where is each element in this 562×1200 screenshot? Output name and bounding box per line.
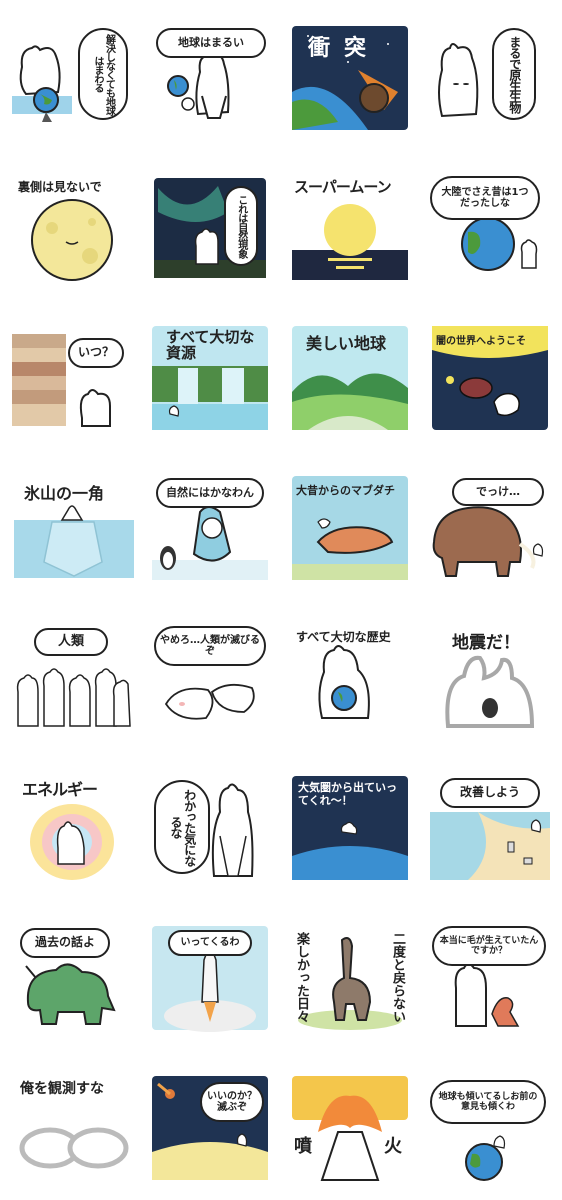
sticker-23[interactable]: 大気圏から出ていってくれ〜！ xyxy=(288,772,412,884)
sticker-caption: 大気圏から出ていってくれ〜！ xyxy=(298,781,397,807)
sticker-1[interactable]: 解決しなくても地球はまわる xyxy=(12,22,136,134)
sticker-caption: いいのか？滅ぶぞ xyxy=(200,1082,264,1122)
sticker-4[interactable]: まるで原生生物 xyxy=(428,22,552,134)
sticker-caption: 衝突 xyxy=(308,36,381,61)
sticker-caption: でっけ… xyxy=(452,478,544,506)
sticker-caption: 大昔からのマブダチ xyxy=(296,484,395,497)
sticker-5[interactable]: 裏側は見ないで xyxy=(12,172,136,284)
sticker-10[interactable]: すべて大切な資源 xyxy=(148,322,272,434)
sticker-caption: これは自然現象 xyxy=(224,186,258,266)
sticker-17[interactable]: 人類 xyxy=(12,622,136,734)
sticker-caption: 本当に毛が生えていたんですか？ xyxy=(432,926,546,966)
sticker-22[interactable]: わかった気になるな xyxy=(148,772,272,884)
sticker-caption: 地球も傾いてるしお前の意見も傾くわ xyxy=(430,1080,546,1124)
sticker-25[interactable]: 過去の話よ xyxy=(12,922,136,1034)
sticker-2[interactable]: 地球はまるい xyxy=(148,22,272,134)
sticker-26[interactable]: いってくるわ xyxy=(148,922,272,1034)
sticker-28[interactable]: 本当に毛が生えていたんですか？ xyxy=(428,922,552,1034)
sticker-caption: 解決しなくても地球はまわる xyxy=(78,28,128,120)
sticker-caption: いつ？ xyxy=(68,338,124,368)
sticker-caption: わかった気になるな xyxy=(154,780,210,874)
sticker-caption-left: 噴 xyxy=(294,1136,312,1157)
sticker-20[interactable]: 地震だ！ xyxy=(428,622,552,734)
sticker-19[interactable]: すべて大切な歴史 xyxy=(288,622,412,734)
sticker-caption-right: 火 xyxy=(384,1136,402,1157)
sticker-caption: 俺を観測すな xyxy=(20,1081,104,1097)
sticker-caption: 大陸でさえ昔は1つだったしな xyxy=(430,176,540,220)
sticker-7[interactable]: スーパームーン xyxy=(288,172,412,284)
sticker-caption: まるで原生生物 xyxy=(492,28,536,120)
sticker-9[interactable]: いつ？ xyxy=(12,322,136,434)
sticker-30[interactable]: いいのか？滅ぶぞ xyxy=(148,1072,272,1184)
sticker-caption: 闇の世界へようこそ xyxy=(436,336,526,347)
sticker-caption: 地球はまるい xyxy=(156,28,266,58)
sticker-15[interactable]: 大昔からのマブダチ xyxy=(288,472,412,584)
sticker-32[interactable]: 地球も傾いてるしお前の意見も傾くわ xyxy=(428,1072,552,1184)
sticker-caption: スーパームーン xyxy=(294,178,392,196)
sticker-caption: すべて大切な歴史 xyxy=(296,630,391,644)
sticker-caption: 地震だ！ xyxy=(452,633,520,653)
sticker-29[interactable]: 俺を観測すな xyxy=(12,1072,136,1184)
sticker-21[interactable]: エネルギー xyxy=(12,772,136,884)
sticker-caption: エネルギー xyxy=(22,780,98,799)
volcano-icon xyxy=(292,1076,408,1181)
sticker-caption: 美しい地球 xyxy=(306,334,387,353)
sticker-caption: いってくるわ xyxy=(168,930,252,956)
strata-rabbit-icon xyxy=(12,334,111,427)
sticker-caption: 改善しよう xyxy=(440,778,540,808)
sticker-16[interactable]: でっけ… xyxy=(428,472,552,584)
sticker-caption: 氷山の一角 xyxy=(24,484,105,503)
sticker-caption: やめろ…人類が滅びるぞ xyxy=(154,626,266,666)
sticker-18[interactable]: やめろ…人類が滅びるぞ xyxy=(148,622,272,734)
sticker-27[interactable]: 楽しかった日々 二度と戻らない xyxy=(288,922,412,1034)
sticker-caption: 過去の話よ xyxy=(20,928,110,958)
sticker-24[interactable]: 改善しよう xyxy=(428,772,552,884)
sticker-8[interactable]: 大陸でさえ昔は1つだったしな xyxy=(428,172,552,284)
sticker-caption-right: 二度と戻らない xyxy=(390,932,405,1023)
sticker-caption: 自然にはかなわん xyxy=(156,478,264,508)
sticker-caption-left: 楽しかった日々 xyxy=(294,932,309,1023)
sticker-grid: 解決しなくても地球はまわる 地球はまるい 衝突 まるで原生生物 裏側は見ないで … xyxy=(0,0,562,1200)
sticker-caption: すべて大切な資源 xyxy=(166,328,255,362)
sticker-12[interactable]: 闇の世界へようこそ xyxy=(428,322,552,434)
sticker-3[interactable]: 衝突 xyxy=(288,22,412,134)
sticker-31[interactable]: 噴 火 xyxy=(288,1072,412,1184)
sticker-14[interactable]: 自然にはかなわん xyxy=(148,472,272,584)
sticker-caption: 人類 xyxy=(34,628,108,656)
sticker-13[interactable]: 氷山の一角 xyxy=(12,472,136,584)
sticker-caption: 裏側は見ないで xyxy=(18,180,102,194)
sticker-6[interactable]: これは自然現象 xyxy=(148,172,272,284)
sticker-11[interactable]: 美しい地球 xyxy=(288,322,412,434)
